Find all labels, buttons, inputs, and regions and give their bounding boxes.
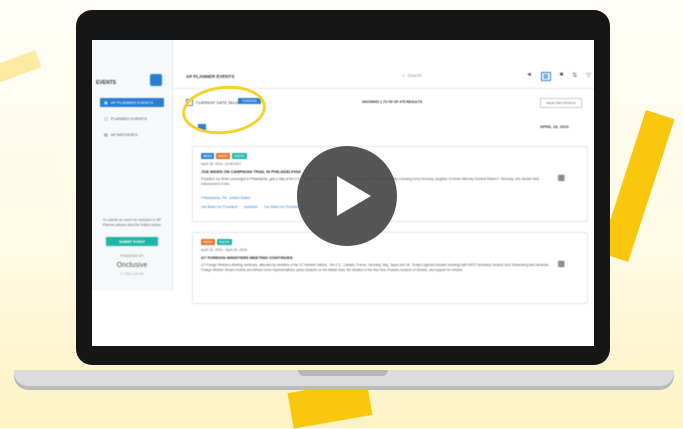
- sidebar-item-label: AP PLANNER EVENTS: [110, 100, 154, 105]
- decor-stripe-bottom: [287, 379, 373, 429]
- event-link[interactable]: JoeBiden: [243, 205, 258, 209]
- sidebar-item-label: AP ARCHIVES: [110, 132, 138, 137]
- date-header: APRIL 18, 2024: [540, 124, 569, 129]
- search-placeholder: Search: [407, 73, 422, 78]
- sidebar-item-planned-events[interactable]: ▢ PLANNED EVENTS: [100, 114, 164, 123]
- sidebar-title: EVENTS: [96, 80, 117, 86]
- sidebar-item-archives[interactable]: ▤ AP ARCHIVES: [100, 130, 164, 139]
- sidebar: EVENTS ▦ AP PLANNER EVENTS ▢ PLANNED EVE…: [92, 40, 173, 290]
- badge: NEWS: [201, 153, 214, 159]
- page-title: AP PLANNER EVENTS: [186, 74, 235, 79]
- event-title[interactable]: JOE BIDEN ON CAMPAIGN TRAIL IN PHILADELP…: [201, 169, 301, 174]
- add-to-calendar-icon[interactable]: ▦: [557, 259, 565, 268]
- copyright-text: © ONCLUSIVE: [120, 272, 144, 276]
- app-logo-icon: [150, 74, 162, 86]
- event-badges: NEWS ENTRY PHOTO: [201, 153, 247, 159]
- calendar-icon: ▦: [104, 100, 108, 105]
- event-title[interactable]: G7 FOREIGN MINISTERS MEETING CONTINUES: [201, 255, 293, 260]
- badge: ENTRY: [201, 239, 216, 245]
- filter-icon[interactable]: ▽: [586, 72, 591, 81]
- decor-stripe-left: [0, 50, 42, 88]
- badge: ENTRY: [216, 153, 231, 159]
- sidebar-item-planner-events[interactable]: ▦ AP PLANNER EVENTS: [100, 98, 164, 107]
- add-to-calendar-icon[interactable]: ▦: [557, 173, 565, 182]
- sort-icon[interactable]: ⇅: [572, 72, 577, 81]
- calendar-view-icon[interactable]: ▦: [540, 72, 551, 81]
- event-link[interactable]: Joe Biden for President: [201, 205, 237, 209]
- laptop-notch: [298, 370, 388, 376]
- play-button[interactable]: [297, 146, 397, 246]
- event-badges: ENTRY PHOTO: [201, 239, 232, 245]
- decor-stripe-right: [599, 110, 675, 262]
- list-view-icon[interactable]: ■: [560, 72, 564, 81]
- event-date: April 18, 2024 - April 20, 2024: [201, 248, 248, 252]
- sidebar-promo-text: To submit an event for inclusion in AP P…: [102, 218, 162, 227]
- sidebar-item-label: PLANNED EVENTS: [110, 116, 147, 121]
- profile-select[interactable]: SELECTED PROFILE: [540, 98, 582, 108]
- event-location[interactable]: Philadelphia, PA · United States: [201, 196, 250, 200]
- topbar-icons: ◄ ▦ ■ ⇅ ▽: [526, 72, 591, 81]
- event-card[interactable]: ENTRY PHOTO April 18, 2024 - April 20, 2…: [192, 232, 588, 304]
- badge: PHOTO: [232, 153, 247, 159]
- search-input[interactable]: ⌕ Search: [402, 73, 422, 78]
- results-count: SHOWING 1 TO 50 OF 475 RESULTS: [362, 100, 423, 104]
- archive-icon: ▤: [104, 132, 108, 137]
- search-icon: ⌕: [402, 73, 405, 78]
- onclusive-logo: Onclusive: [116, 262, 148, 269]
- event-date: April 18, 2024, 12:45 EDT: [201, 162, 242, 166]
- event-description: G7 Foreign Ministers Meeting continues, …: [201, 263, 549, 272]
- event-link[interactable]: Joe Biden for President: [264, 205, 300, 209]
- submit-event-button[interactable]: SUBMIT EVENT: [106, 237, 158, 246]
- megaphone-icon[interactable]: ◄: [526, 72, 532, 81]
- powered-by-label: POWERED BY: [120, 254, 144, 258]
- badge: PHOTO: [217, 239, 232, 245]
- event-links: Joe Biden for President JoeBiden Joe Bid…: [201, 205, 300, 209]
- calendar-icon: ▢: [104, 116, 108, 121]
